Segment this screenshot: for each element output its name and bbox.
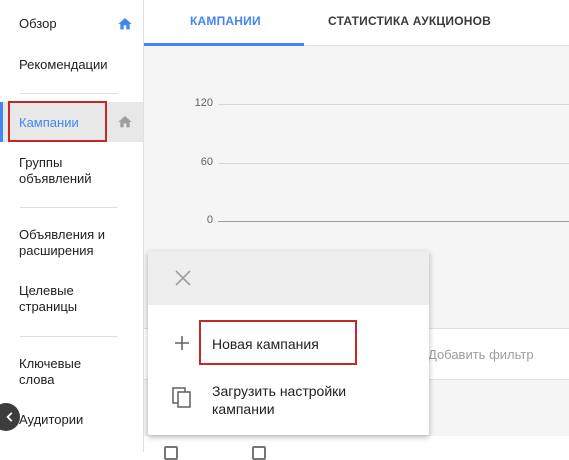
sidebar-divider	[20, 93, 118, 94]
table-header-strip	[144, 436, 569, 452]
highlight-box-new-campaign	[199, 320, 357, 365]
new-campaign-popup: Новая кампания Загрузить настройки кампа…	[148, 251, 429, 435]
select-all-checkbox[interactable]	[164, 446, 178, 460]
copy-icon	[172, 387, 191, 408]
sidebar-divider	[20, 336, 118, 337]
sidebar: Обзор Рекомендации Кампании Группы объяв…	[0, 0, 144, 452]
menu-item-load-settings[interactable]: Загрузить настройки кампании	[148, 379, 429, 423]
sidebar-item-audiences[interactable]: Аудитории	[0, 412, 143, 432]
sidebar-item-label: Целевые страницы	[19, 283, 78, 314]
highlight-box-campaigns	[8, 101, 107, 142]
row-checkbox[interactable]	[252, 446, 266, 460]
tab-campaigns[interactable]: КАМПАНИИ	[190, 14, 261, 28]
gridline	[218, 104, 569, 105]
add-filter-placeholder[interactable]: Добавить фильтр	[428, 347, 534, 362]
tab-auction-insights[interactable]: СТАТИСТИКА АУКЦИОНОВ	[328, 14, 491, 28]
sidebar-item-keywords[interactable]: Ключевые слова	[0, 356, 143, 390]
zero-line	[218, 221, 569, 222]
sidebar-item-landing-pages[interactable]: Целевые страницы	[0, 283, 143, 317]
active-indicator	[0, 102, 3, 142]
sidebar-item-label: Обзор	[19, 16, 57, 31]
tab-bar: КАМПАНИИ СТАТИСТИКА АУКЦИОНОВ	[144, 0, 569, 46]
gridline	[218, 163, 569, 164]
sidebar-item-label: Рекомендации	[19, 57, 108, 72]
chart-area: 120 60 0	[144, 46, 569, 270]
sidebar-item-recommendations[interactable]: Рекомендации	[0, 57, 143, 77]
close-icon[interactable]	[174, 269, 192, 287]
menu-item-label: Загрузить настройки кампании	[212, 383, 347, 417]
sidebar-item-label: Ключевые слова	[19, 356, 82, 387]
y-tick-label: 120	[194, 97, 213, 109]
home-icon	[118, 116, 132, 128]
sidebar-divider	[20, 207, 118, 208]
sidebar-item-overview[interactable]: Обзор	[0, 16, 143, 36]
sidebar-item-label: Объявления и расширения	[19, 227, 106, 258]
sidebar-item-ad-groups[interactable]: Группы объявлений	[0, 155, 143, 189]
popup-header	[148, 251, 429, 305]
sidebar-item-label: Аудитории	[19, 412, 84, 427]
y-tick-label: 60	[200, 156, 213, 168]
y-tick-label: 0	[206, 214, 213, 226]
plus-icon	[175, 336, 189, 350]
sidebar-item-ads-extensions[interactable]: Объявления и расширения	[0, 227, 143, 261]
home-icon	[118, 18, 132, 30]
chevron-left-icon	[6, 412, 13, 422]
sidebar-item-label: Группы объявлений	[19, 155, 92, 186]
